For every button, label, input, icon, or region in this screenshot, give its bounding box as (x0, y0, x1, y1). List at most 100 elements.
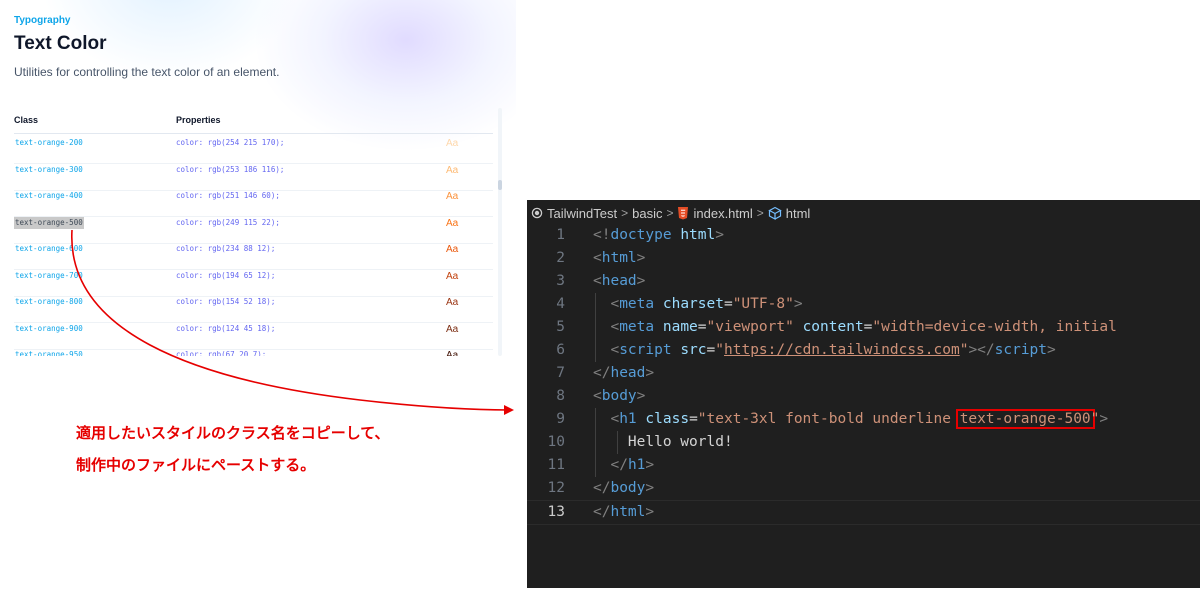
code-token: > (645, 504, 655, 520)
code-token: https://cdn.tailwindcss.com (724, 342, 960, 358)
code-line[interactable]: 7 </head> (527, 362, 1200, 385)
code-token: Hello world! (593, 434, 733, 450)
code-token: </ (593, 365, 611, 381)
class-name-cell[interactable]: text-orange-300 (14, 164, 84, 176)
indent-guide (595, 408, 596, 477)
class-name-cell[interactable]: text-orange-200 (14, 137, 84, 149)
code-text[interactable]: <head> (593, 270, 645, 293)
color-sample: Aa (446, 217, 459, 229)
code-token: charset (662, 296, 724, 312)
class-name-cell[interactable]: text-orange-950 (14, 349, 84, 356)
circle-icon (531, 207, 543, 219)
chevron-right-icon: > (666, 206, 674, 220)
code-text[interactable]: </head> (593, 362, 654, 385)
breadcrumb-item[interactable]: TailwindTest (547, 206, 617, 221)
color-sample: Aa (446, 323, 459, 335)
code-token: script (619, 342, 672, 358)
indent-guide (595, 293, 596, 362)
class-name-cell[interactable]: text-orange-900 (14, 323, 84, 335)
cube-icon (767, 206, 782, 220)
table-scrollbar[interactable] (498, 108, 502, 356)
code-token: > (645, 365, 655, 381)
code-token: > (636, 250, 646, 266)
code-token: = (723, 296, 733, 312)
class-name-cell-selected[interactable]: text-orange-500 (14, 216, 84, 229)
class-name-cell[interactable]: text-orange-700 (14, 270, 84, 282)
property-cell: color: rgb(251 146 60); (176, 191, 280, 200)
class-name-cell[interactable]: text-orange-800 (14, 296, 84, 308)
code-token: </ (593, 504, 611, 520)
code-text[interactable]: <html> (593, 247, 645, 270)
code-token: content (802, 319, 864, 335)
code-line[interactable]: 10 Hello world! (527, 431, 1200, 454)
property-cell: color: rgb(254 215 170); (176, 138, 285, 147)
breadcrumb-item[interactable]: basic (632, 206, 662, 221)
class-name-cell[interactable]: text-orange-400 (14, 190, 84, 202)
code-line[interactable]: 12 </body> (527, 477, 1200, 500)
code-text[interactable]: <script src="https://cdn.tailwindcss.com… (593, 339, 1055, 362)
code-token: = (689, 411, 698, 427)
table-row: text-orange-800 color: rgb(154 52 18); Aa (14, 296, 493, 323)
code-token: < (593, 250, 602, 266)
code-token: < (593, 273, 602, 289)
code-line[interactable]: 5 <meta name="viewport" content="width=d… (527, 316, 1200, 339)
chevron-right-icon: > (621, 206, 629, 220)
code-line[interactable]: 1 <!doctype html> (527, 224, 1200, 247)
code-token: > (645, 480, 655, 496)
color-sample: Aa (446, 350, 459, 356)
code-token: ></ (968, 342, 995, 358)
code-token: > (715, 227, 724, 243)
table-row: text-orange-500 color: rgb(249 115 22); Aa (14, 216, 493, 244)
table-row: text-orange-900 color: rgb(124 45 18); Aa (14, 323, 493, 350)
code-text[interactable]: <h1 class="text-3xl font-bold underline … (593, 408, 1108, 431)
code-line[interactable]: 11 </h1> (527, 454, 1200, 477)
highlighted-class-name: text-orange-500 (955, 409, 1095, 429)
code-text[interactable]: </h1> (593, 454, 654, 477)
code-token: < (610, 411, 620, 427)
column-header-class: Class (14, 115, 39, 125)
class-name-cell[interactable]: text-orange-600 (14, 243, 84, 255)
code-line[interactable]: 2 <html> (527, 247, 1200, 270)
code-token: = (706, 342, 716, 358)
color-sample: Aa (446, 270, 459, 282)
code-line[interactable]: 6 <script src="https://cdn.tailwindcss.c… (527, 339, 1200, 362)
breadcrumb-item[interactable]: html (786, 206, 811, 221)
code-token: head (601, 273, 637, 289)
code-token: </ (593, 480, 611, 496)
code-text[interactable]: <!doctype html> (593, 224, 724, 247)
background-glow (256, 0, 516, 150)
table-scrollbar-thumb[interactable] (498, 180, 502, 190)
code-line[interactable]: 13 </html> (527, 500, 1200, 525)
breadcrumb-item[interactable]: index.html (693, 206, 752, 221)
code-line[interactable]: 9 <h1 class="text-3xl font-bold underlin… (527, 408, 1200, 431)
property-cell: color: rgb(234 88 12); (176, 244, 276, 253)
line-number: 5 (556, 319, 565, 335)
line-number: 7 (556, 365, 565, 381)
line-number: 2 (556, 250, 565, 266)
table-row: text-orange-300 color: rgb(253 186 116); A… (14, 164, 493, 191)
code-text[interactable]: <meta charset="UTF-8"> (593, 293, 802, 316)
code-editor[interactable]: TailwindTest > basic > index.html > html 1 <!do… (527, 200, 1200, 588)
code-token: h1 (627, 457, 646, 473)
code-text[interactable]: </body> (593, 477, 654, 500)
section-eyebrow: Typography (14, 15, 71, 26)
code-line[interactable]: 3 <head> (527, 270, 1200, 293)
code-text[interactable]: <meta name="viewport" content="width=dev… (593, 316, 1116, 339)
code-token: body (601, 388, 637, 404)
code-line[interactable]: 8 <body> (527, 385, 1200, 408)
code-token: > (636, 388, 646, 404)
line-number: 12 (547, 480, 565, 496)
color-sample: Aa (446, 138, 459, 149)
code-token: = (697, 319, 707, 335)
line-number: 8 (556, 388, 565, 404)
code-token: < (610, 342, 620, 358)
code-token: html (680, 227, 716, 243)
code-line[interactable]: 4 <meta charset="UTF-8"> (527, 293, 1200, 316)
class-table-body[interactable]: text-orange-200 color: rgb(254 215 170); A… (14, 134, 493, 356)
code-text[interactable]: </html> (593, 501, 654, 524)
code-text[interactable]: <body> (593, 385, 645, 408)
indent-guide (617, 431, 618, 454)
code-text[interactable]: Hello world! (593, 431, 733, 454)
